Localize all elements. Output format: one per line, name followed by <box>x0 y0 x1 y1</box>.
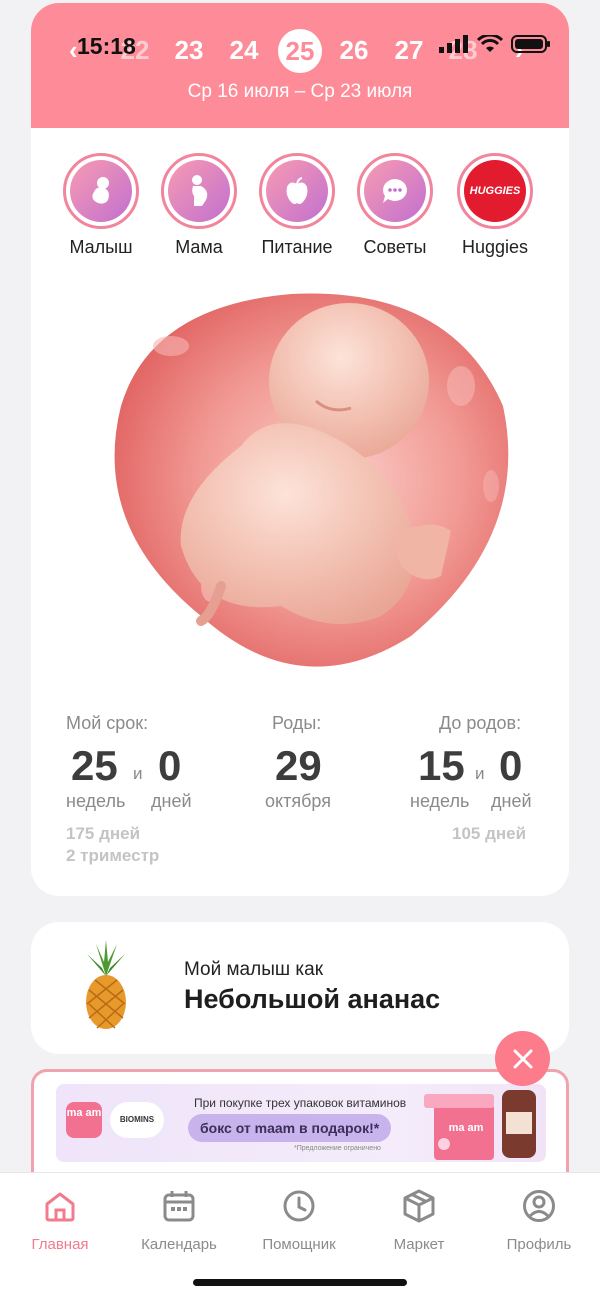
close-icon <box>513 1049 532 1068</box>
tab-label: Календарь <box>141 1236 217 1253</box>
birth-day: 29 <box>275 742 322 789</box>
baby-icon <box>92 177 109 204</box>
fruit-title: Небольшой ананас <box>184 984 441 1014</box>
week-item-active[interactable]: 25 <box>278 29 322 73</box>
home-indicator[interactable] <box>193 1279 407 1286</box>
fetus-illustration <box>114 293 509 667</box>
ad-banner[interactable]: ma am BIOMINS При покупке трех упаковок … <box>56 1084 546 1162</box>
wifi-icon <box>477 35 503 52</box>
status-icons <box>439 34 551 54</box>
signal-icon <box>439 35 468 53</box>
week-item[interactable]: 27 <box>387 35 431 66</box>
week-item[interactable]: 23 <box>167 35 211 66</box>
tab-assistant[interactable]: Помощник <box>244 1189 354 1253</box>
term-days-unit: дней <box>151 791 192 811</box>
tab-home[interactable]: Главная <box>5 1189 115 1253</box>
ad-highlight: бокс от maam в подарок!* <box>188 1114 392 1142</box>
tab-label: Профиль <box>506 1236 572 1253</box>
box-logo: ma am <box>448 1122 484 1134</box>
birth-label: Роды: <box>272 713 322 733</box>
pregnancy-stats: Мой срок: 25 и 0 недель дней 175 дней 2 … <box>31 708 569 878</box>
ad-banner-card[interactable]: ma am BIOMINS При покупке трех упаковок … <box>31 1069 569 1189</box>
remaining-days: 0 <box>499 742 523 789</box>
remaining-weeks-unit: недель <box>410 791 470 811</box>
story-nutrition[interactable]: Питание <box>247 153 347 258</box>
tab-label: Маркет <box>393 1236 445 1253</box>
remaining-weeks: 15 <box>418 742 465 789</box>
battery-icon <box>511 35 550 53</box>
remaining-total-days: 105 дней <box>452 824 527 843</box>
term-weeks: 25 <box>71 742 118 789</box>
birth-month: октября <box>265 791 331 811</box>
week-card: ‹ 22 23 24 25 26 27 28 › 15:18 Ср 16 июл… <box>31 3 569 896</box>
ad-text: При покупке трех упаковок витаминов <box>194 1096 407 1110</box>
week-item[interactable]: 26 <box>332 35 376 66</box>
status-time: 15:18 <box>77 33 136 59</box>
calendar-icon <box>163 1191 195 1222</box>
box-icon <box>403 1189 435 1223</box>
profile-icon <box>523 1190 555 1222</box>
remaining-label: До родов: <box>439 713 522 733</box>
week-header: ‹ 22 23 24 25 26 27 28 › 15:18 Ср 16 июл… <box>31 3 569 128</box>
story-huggies[interactable]: HUGGIES Huggies <box>445 153 545 258</box>
biomins-logo: BIOMINS <box>110 1102 164 1138</box>
story-label: Huggies <box>461 237 529 257</box>
huggies-logo: HUGGIES <box>469 185 521 197</box>
maam-logo: ma am <box>66 1102 102 1138</box>
tab-label: Главная <box>31 1236 89 1253</box>
term-and: и <box>133 764 143 783</box>
remaining-and: и <box>475 764 485 783</box>
chat-icon <box>383 179 407 203</box>
date-range: Ср 16 июля – Ср 23 июля <box>187 81 413 102</box>
story-tips[interactable]: Советы <box>345 153 445 258</box>
story-label: Мама <box>175 237 223 257</box>
term-label: Мой срок: <box>66 713 149 733</box>
tab-profile[interactable]: Профиль <box>484 1189 594 1253</box>
size-comparison-card[interactable]: Мой малыш как Небольшой ананас <box>31 922 569 1054</box>
week-item[interactable]: 24 <box>222 35 266 66</box>
story-label: Советы <box>363 237 427 257</box>
story-baby[interactable]: Малыш <box>51 153 151 258</box>
term-days: 0 <box>158 742 182 789</box>
story-mom[interactable]: Мама <box>149 153 249 258</box>
mother-icon <box>192 175 208 206</box>
clock-icon <box>283 1190 315 1222</box>
story-label: Питание <box>261 237 333 257</box>
remaining-days-unit: дней <box>491 791 532 811</box>
story-label: Малыш <box>69 237 133 257</box>
close-ad-button[interactable] <box>495 1031 550 1086</box>
fruit-subtitle: Мой малыш как <box>184 959 324 980</box>
apple-icon <box>286 177 308 204</box>
tab-calendar[interactable]: Календарь <box>124 1189 234 1253</box>
stories-row: Малыш Мама Питание Советы HUGGIES Huggie… <box>31 153 569 263</box>
tab-label: Помощник <box>262 1236 336 1253</box>
term-total-days: 175 дней <box>66 824 141 843</box>
ad-note: *Предложение ограничено <box>294 1145 381 1152</box>
home-icon <box>45 1192 75 1222</box>
term-weeks-unit: недель <box>66 791 126 811</box>
gift-box-image <box>424 1090 536 1160</box>
trimester: 2 триместр <box>66 846 160 865</box>
pineapple-icon <box>86 940 126 1029</box>
tab-market[interactable]: Маркет <box>364 1189 474 1253</box>
